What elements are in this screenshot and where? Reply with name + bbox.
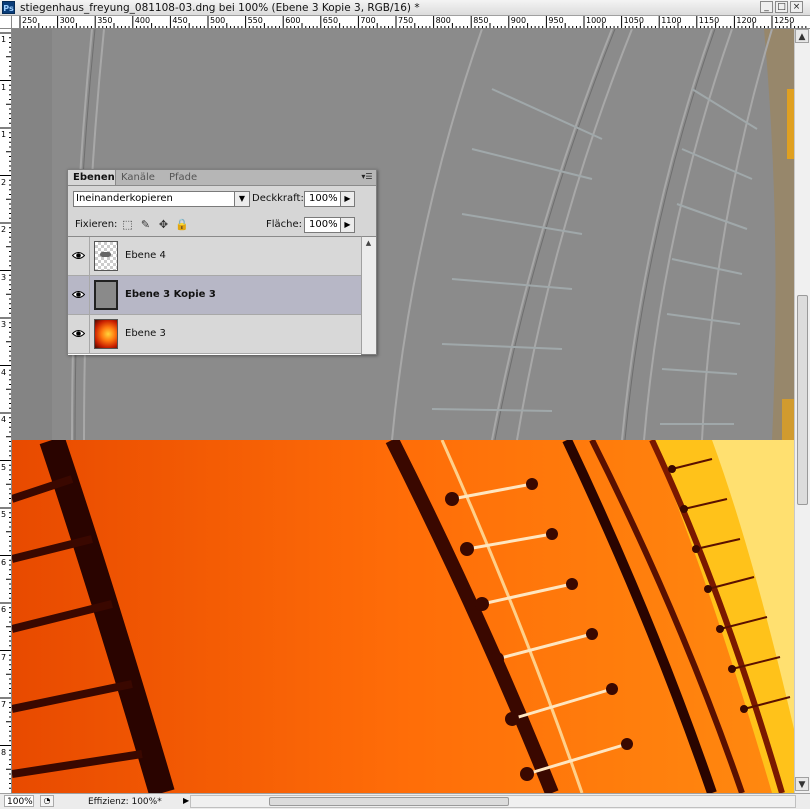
zoom-field[interactable]: 100% xyxy=(4,795,34,807)
ruler-h-label: 1050 xyxy=(623,16,644,25)
ruler-v-label: 1 xyxy=(1,130,7,139)
vertical-ruler[interactable]: 1 1 1 2 2 3 3 4 4 5 5 6 6 7 7 8 xyxy=(0,29,12,793)
opacity-label: Deckkraft: xyxy=(252,193,304,204)
vertical-scrollbar[interactable]: ▲ ▼ xyxy=(794,29,810,793)
fill-field[interactable]: 100% xyxy=(304,217,342,233)
layers-scrollbar[interactable]: ▲ xyxy=(361,236,376,354)
minimize-button[interactable]: _ xyxy=(760,1,773,13)
horizontal-scrollbar[interactable] xyxy=(190,795,796,808)
ruler-h-label: 800 xyxy=(435,16,451,25)
ruler-v-label: 8 xyxy=(1,747,7,757)
visibility-toggle[interactable] xyxy=(68,315,90,353)
ruler-h-label: 1000 xyxy=(586,16,607,25)
lock-position-move-icon[interactable]: ✥ xyxy=(157,218,170,231)
ruler-v-label: 3 xyxy=(1,272,7,282)
vertical-scroll-thumb[interactable] xyxy=(797,295,808,505)
ruler-v-label: 5 xyxy=(1,462,7,472)
ruler-h-label: 1250 xyxy=(774,16,795,25)
horizontal-scroll-thumb[interactable] xyxy=(269,797,509,806)
fill-slider-arrow-icon[interactable]: ▶ xyxy=(340,217,355,233)
lock-all-padlock-icon[interactable]: 🔒 xyxy=(175,218,189,231)
blend-mode-select[interactable]: Ineinanderkopieren xyxy=(73,191,250,207)
eye-icon xyxy=(72,330,85,337)
ruler-v-ticks xyxy=(0,32,11,789)
close-button[interactable]: × xyxy=(790,1,803,13)
layer-row-ebene-4[interactable]: Ebene 4 xyxy=(68,237,361,276)
ruler-h-label: 900 xyxy=(510,16,527,25)
ruler-h-label: 750 xyxy=(398,16,414,25)
ruler-h-label: 550 xyxy=(247,16,263,25)
layer-name: Ebene 3 Kopie 3 xyxy=(125,289,216,300)
efficiency-info: Effizienz: 100%* xyxy=(88,797,162,807)
ruler-h-label: 650 xyxy=(322,16,339,25)
maximize-button[interactable]: □ xyxy=(775,1,788,13)
photoshop-app-icon[interactable]: Ps xyxy=(2,1,15,14)
ruler-h-label: 450 xyxy=(172,16,188,25)
lock-label: Fixieren: xyxy=(75,219,118,230)
ruler-h-label: 500 xyxy=(210,16,226,25)
ruler-v-label: 4 xyxy=(1,415,7,424)
ruler-v-label: 7 xyxy=(1,652,7,662)
window-title: stiegenhaus_freyung_081108-03.dng bei 10… xyxy=(20,2,420,14)
status-bar: 100% ◔ Effizienz: 100%* ▶ xyxy=(0,793,810,809)
ruler-v-label: 7 xyxy=(1,700,7,709)
layer-name: Ebene 3 xyxy=(125,328,166,339)
fill-label: Fläche: xyxy=(266,219,303,230)
layer-name: Ebene 4 xyxy=(125,250,166,261)
scroll-down-arrow-icon[interactable]: ▼ xyxy=(795,777,809,791)
layer-thumbnail-photo xyxy=(94,319,118,349)
layer-thumbnail-gray xyxy=(94,280,118,310)
ruler-h-label: 850 xyxy=(473,16,489,25)
ruler-v-label: 6 xyxy=(1,557,7,567)
title-bar: Ps stiegenhaus_freyung_081108-03.dng bei… xyxy=(0,0,810,16)
layer-row-ebene-3[interactable]: Ebene 3 xyxy=(68,315,361,354)
document-canvas[interactable] xyxy=(12,29,794,793)
scroll-up-arrow-icon[interactable]: ▲ xyxy=(795,29,809,43)
tab-kanaele[interactable]: Kanäle xyxy=(116,170,164,185)
tab-ebenen[interactable]: Ebenen xyxy=(68,170,116,185)
visibility-toggle[interactable] xyxy=(68,276,90,314)
lock-pixels-brush-icon[interactable]: ✎ xyxy=(139,218,152,231)
layers-list: Ebene 4 Ebene 3 Kopie 3 Ebene 3 xyxy=(68,236,361,355)
scroll-up-arrow-icon[interactable]: ▲ xyxy=(363,238,374,249)
layer-row-ebene-3-kopie-3[interactable]: Ebene 3 Kopie 3 xyxy=(68,276,361,315)
panel-tabs: Ebenen Kanäle Pfade ▾☰ xyxy=(68,170,376,186)
ruler-h-label: 700 xyxy=(360,16,376,25)
eye-icon xyxy=(72,252,85,259)
ruler-h-label: 250 xyxy=(22,16,38,25)
ruler-v-label: 5 xyxy=(1,510,7,519)
ruler-h-label: 600 xyxy=(285,16,301,25)
ruler-corner[interactable] xyxy=(0,16,12,29)
ruler-h-label: 1200 xyxy=(736,16,757,25)
ruler-v-label: 1 xyxy=(1,82,7,92)
layer-thumbnail-transparent xyxy=(94,241,118,271)
panel-menu-icon[interactable]: ▾☰ xyxy=(360,171,374,183)
tab-pfade[interactable]: Pfade xyxy=(164,170,206,185)
ruler-v-label: 2 xyxy=(1,225,7,234)
ruler-h-label: 950 xyxy=(548,16,564,25)
ruler-h-label: 1150 xyxy=(698,16,720,25)
ruler-h-label: 300 xyxy=(59,16,75,25)
ruler-h-label: 1100 xyxy=(661,16,682,25)
status-menu-arrow-icon[interactable]: ▶ xyxy=(183,796,189,805)
ruler-h-label: 350 xyxy=(97,16,113,25)
ruler-h-label: 400 xyxy=(134,16,151,25)
staircase-image xyxy=(12,29,794,793)
horizontal-ruler[interactable]: 250 300 350 400 450 500 550 600 650 700 750 800 850 9… xyxy=(12,16,810,29)
status-options-icon[interactable]: ◔ xyxy=(40,795,54,807)
lock-transparency-icon[interactable]: ⬚ xyxy=(121,218,134,231)
eye-icon xyxy=(72,291,85,298)
ruler-v-label: 2 xyxy=(1,177,7,187)
visibility-toggle[interactable] xyxy=(68,237,90,275)
ruler-v-label: 1 xyxy=(1,35,7,44)
opacity-slider-arrow-icon[interactable]: ▶ xyxy=(340,191,355,207)
ruler-v-label: 4 xyxy=(1,367,7,377)
ruler-v-label: 6 xyxy=(1,605,7,614)
chevron-down-icon[interactable]: ▼ xyxy=(234,191,250,207)
opacity-field[interactable]: 100% xyxy=(304,191,342,207)
ruler-v-label: 3 xyxy=(1,320,7,329)
layers-panel: Ebenen Kanäle Pfade ▾☰ Ineinanderkopiere… xyxy=(67,169,377,355)
